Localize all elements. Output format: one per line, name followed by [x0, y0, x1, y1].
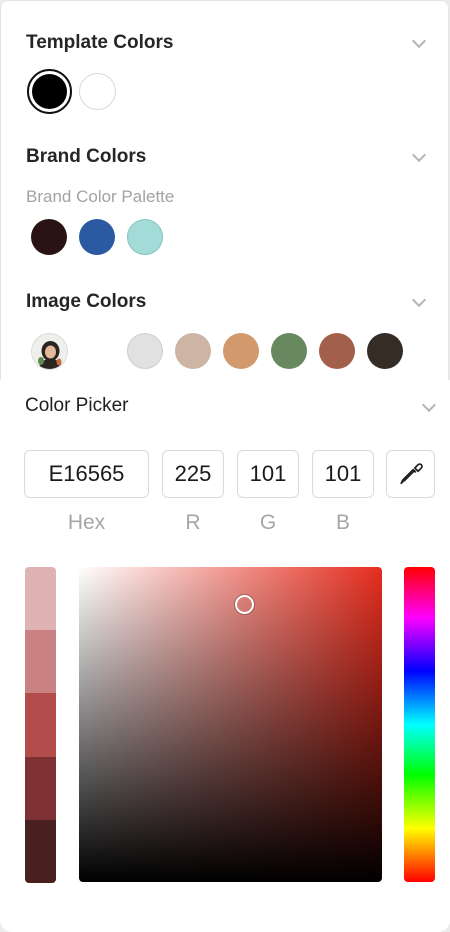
shade-swatch-5[interactable] [25, 819, 56, 883]
shade-swatch-2[interactable] [25, 630, 56, 694]
green-label: G [259, 511, 277, 534]
brand-swatch-1[interactable] [31, 219, 67, 255]
template-swatch-black-fill [32, 74, 67, 109]
red-label: R [185, 511, 201, 534]
template-colors-title: Template Colors [26, 32, 174, 53]
image-swatch-5[interactable] [319, 333, 355, 369]
brand-swatch-3[interactable] [127, 219, 163, 255]
green-input[interactable] [237, 450, 299, 498]
image-swatch-4[interactable] [271, 333, 307, 369]
brand-palette-label: Brand Color Palette [26, 187, 175, 206]
eyedropper-button[interactable] [386, 450, 435, 498]
template-swatch-white[interactable] [79, 73, 116, 110]
shade-swatch-4[interactable] [25, 756, 56, 820]
image-swatch-6[interactable] [367, 333, 403, 369]
brand-swatch-2[interactable] [79, 219, 115, 255]
shade-strip [25, 567, 56, 883]
hue-slider[interactable] [404, 567, 435, 882]
eyedropper-icon [399, 463, 423, 485]
brand-colors-title: Brand Colors [26, 146, 147, 167]
image-swatch-1[interactable] [127, 333, 163, 369]
image-thumbnail-icon[interactable] [31, 333, 68, 370]
image-colors-title: Image Colors [26, 291, 147, 312]
shade-swatch-3[interactable] [25, 693, 56, 757]
hex-label: Hex [67, 511, 106, 534]
blue-input[interactable] [312, 450, 374, 498]
image-swatch-2[interactable] [175, 333, 211, 369]
blue-label: B [335, 511, 350, 534]
red-input[interactable] [162, 450, 224, 498]
image-swatch-3[interactable] [223, 333, 259, 369]
template-swatch-black[interactable] [27, 69, 72, 114]
saturation-value-area[interactable] [79, 567, 382, 882]
shade-swatch-1[interactable] [25, 567, 56, 631]
color-picker-title: Color Picker [25, 395, 129, 416]
hex-input[interactable] [24, 450, 149, 498]
color-handle[interactable] [235, 595, 254, 614]
